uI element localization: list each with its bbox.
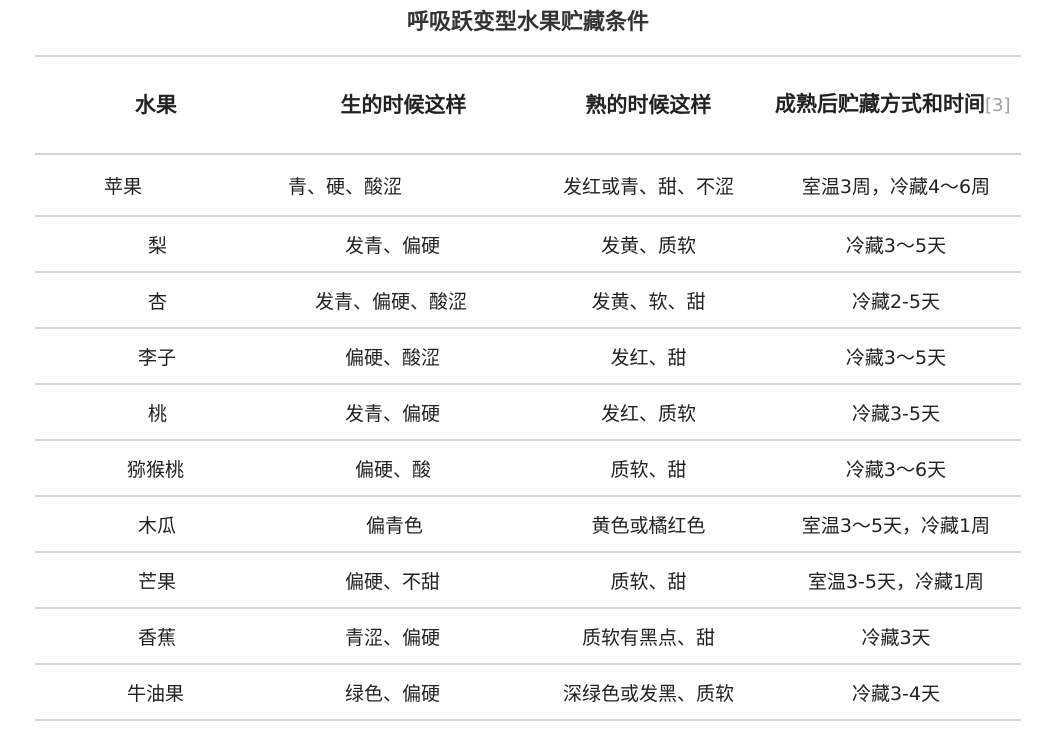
header-fruit: 水果 bbox=[135, 93, 177, 117]
cell-raw: 偏硬、酸 bbox=[355, 458, 432, 481]
table-row: 杏 发青、偏硬、酸涩 发黄、软、甜 冷藏2-5天 bbox=[35, 272, 1021, 328]
cell-raw: 绿色、偏硬 bbox=[345, 682, 441, 705]
cell-raw: 发青、偏硬、酸涩 bbox=[315, 290, 468, 313]
cell-fruit: 牛油果 bbox=[127, 682, 185, 705]
cell-fruit: 苹果 bbox=[103, 175, 142, 198]
table-row: 苹果 青、硬、酸涩 发红或青、甜、不涩 室温3周，冷藏4～6周 bbox=[35, 154, 1021, 216]
table-row: 猕猴桃 偏硬、酸 质软、甜 冷藏3～6天 bbox=[35, 440, 1021, 496]
cell-ripe: 发红或青、甜、不涩 bbox=[562, 175, 734, 198]
cell-storage: 室温3-5天，冷藏1周 bbox=[807, 570, 985, 593]
cell-fruit: 梨 bbox=[148, 234, 168, 257]
cell-fruit: 芒果 bbox=[138, 570, 177, 593]
header-row: 水果 生的时候这样 熟的时候这样 成熟后贮藏方式和时间[3] bbox=[35, 56, 1021, 154]
cell-storage: 冷藏3-5天 bbox=[851, 402, 941, 425]
cell-raw: 偏硬、酸涩 bbox=[345, 346, 441, 369]
cell-fruit: 杏 bbox=[148, 290, 168, 313]
table-header: 水果 生的时候这样 熟的时候这样 成熟后贮藏方式和时间[3] bbox=[35, 56, 1021, 154]
cell-fruit: 李子 bbox=[138, 346, 177, 369]
header-storage: 成熟后贮藏方式和时间[3] bbox=[771, 56, 1021, 154]
cell-fruit: 猕猴桃 bbox=[127, 458, 185, 481]
cell-storage: 冷藏3～6天 bbox=[845, 458, 947, 481]
cell-fruit: 香蕉 bbox=[138, 626, 177, 649]
cell-fruit: 桃 bbox=[148, 402, 168, 425]
header-storage-label: 成熟后贮藏方式和时间 bbox=[775, 92, 985, 116]
table-caption: 呼吸跃变型水果贮藏条件 bbox=[406, 10, 649, 35]
table-row: 牛油果 绿色、偏硬 深绿色或发黑、质软 冷藏3-4天 bbox=[35, 664, 1021, 720]
cell-storage: 冷藏3～5天 bbox=[845, 346, 947, 369]
cell-storage: 冷藏3天 bbox=[861, 626, 931, 649]
table-row: 香蕉 青涩、偏硬 质软有黑点、甜 冷藏3天 bbox=[35, 608, 1021, 664]
cell-storage: 室温3～5天，冷藏1周 bbox=[801, 514, 991, 537]
cell-raw: 发青、偏硬 bbox=[345, 234, 441, 257]
cell-ripe: 发红、质软 bbox=[600, 402, 696, 425]
cell-ripe: 质软、甜 bbox=[610, 458, 687, 481]
cell-ripe: 发黄、软、甜 bbox=[591, 290, 706, 313]
reference-link[interactable]: [3] bbox=[985, 95, 1011, 116]
cell-fruit: 木瓜 bbox=[138, 514, 177, 537]
table-row: 桃 发青、偏硬 发红、质软 冷藏3-5天 bbox=[35, 384, 1021, 440]
table-body: 苹果 青、硬、酸涩 发红或青、甜、不涩 室温3周，冷藏4～6周 梨 发青、偏硬 … bbox=[35, 154, 1021, 720]
cell-ripe: 质软、甜 bbox=[610, 570, 687, 593]
cell-raw: 发青、偏硬 bbox=[345, 402, 441, 425]
cell-storage: 冷藏2-5天 bbox=[851, 290, 941, 313]
cell-storage: 冷藏3-4天 bbox=[851, 682, 941, 705]
cell-raw: 青涩、偏硬 bbox=[345, 626, 441, 649]
fruit-storage-table: 水果 生的时候这样 熟的时候这样 成熟后贮藏方式和时间[3] 苹果 青、硬、酸涩… bbox=[35, 55, 1021, 721]
header-ripe: 熟的时候这样 bbox=[585, 93, 712, 117]
cell-ripe: 发黄、质软 bbox=[600, 234, 696, 257]
cell-raw: 偏青色 bbox=[366, 514, 424, 537]
cell-ripe: 黄色或橘红色 bbox=[591, 514, 706, 537]
table-row: 木瓜 偏青色 黄色或橘红色 室温3～5天，冷藏1周 bbox=[35, 496, 1021, 552]
cell-ripe: 深绿色或发黑、质软 bbox=[562, 682, 734, 705]
table-row: 梨 发青、偏硬 发黄、质软 冷藏3～5天 bbox=[35, 216, 1021, 272]
cell-raw: 青、硬、酸涩 bbox=[288, 175, 403, 198]
table-row: 李子 偏硬、酸涩 发红、甜 冷藏3～5天 bbox=[35, 328, 1021, 384]
header-raw: 生的时候这样 bbox=[340, 93, 467, 117]
cell-ripe: 发红、甜 bbox=[610, 346, 687, 369]
table-row: 芒果 偏硬、不甜 质软、甜 室温3-5天，冷藏1周 bbox=[35, 552, 1021, 608]
cell-ripe: 质软有黑点、甜 bbox=[581, 626, 715, 649]
cell-raw: 偏硬、不甜 bbox=[345, 570, 441, 593]
cell-storage: 室温3周，冷藏4～6周 bbox=[801, 175, 991, 198]
cell-storage: 冷藏3～5天 bbox=[845, 234, 947, 257]
